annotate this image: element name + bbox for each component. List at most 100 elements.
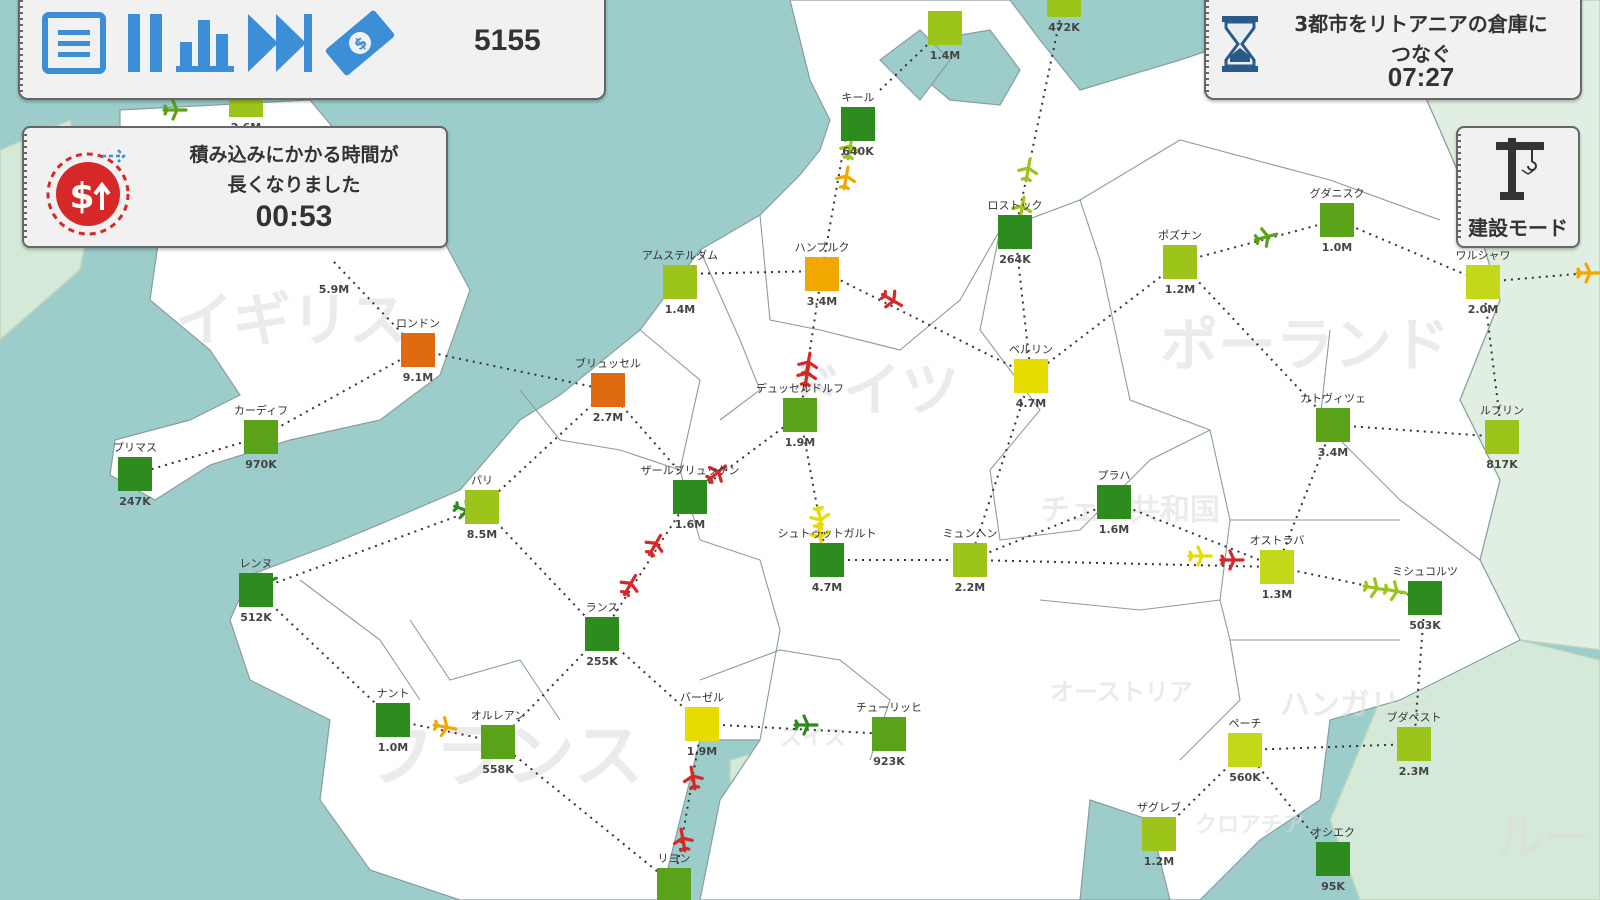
objective-timer: 07:27: [1387, 62, 1455, 92]
city-marker[interactable]: [1485, 420, 1519, 454]
city-marker[interactable]: [401, 333, 435, 367]
city-3[interactable]: 5.9M: [319, 283, 349, 296]
city-population: 1.2M: [1165, 283, 1195, 296]
city-name: ベルリン: [1009, 343, 1053, 356]
city-population: 1.4M: [665, 303, 695, 316]
city-8[interactable]: キール 640K: [841, 91, 875, 158]
build-mode-label: 建設モード: [1468, 216, 1568, 240]
top-toolbar: $ 5155: [18, 0, 606, 100]
notification-timer: 00:53: [255, 200, 333, 233]
city-marker[interactable]: [685, 707, 719, 741]
city-name: グダニスク: [1310, 186, 1365, 200]
city-marker[interactable]: [376, 703, 410, 737]
city-population: 2.0M: [1468, 303, 1498, 316]
city-name: ブリュッセル: [575, 356, 641, 370]
city-marker[interactable]: [465, 490, 499, 524]
city-marker[interactable]: [810, 543, 844, 577]
city-population: 1.9M: [785, 436, 815, 449]
city-marker[interactable]: [1316, 842, 1350, 876]
city-marker[interactable]: [1228, 733, 1262, 767]
dollar-up-icon: $: [38, 138, 138, 242]
city-25[interactable]: リヨン: [657, 852, 691, 900]
city-marker[interactable]: [118, 457, 152, 491]
city-marker[interactable]: [953, 543, 987, 577]
city-name: プリマス: [113, 441, 157, 454]
stats-icon[interactable]: [176, 12, 238, 78]
city-marker[interactable]: [998, 215, 1032, 249]
city-name: バーゼル: [680, 691, 724, 704]
city-name: オストラバ: [1250, 534, 1305, 547]
banknote-icon[interactable]: $: [324, 8, 396, 82]
city-name: シュトゥットガルト: [778, 527, 877, 540]
city-marker[interactable]: [928, 11, 962, 45]
city-10[interactable]: 472K: [1047, 0, 1081, 34]
city-population: 1.3M: [1262, 588, 1292, 601]
city-marker[interactable]: [585, 617, 619, 651]
city-marker[interactable]: [1142, 817, 1176, 851]
city-marker[interactable]: [663, 265, 697, 299]
city-marker[interactable]: [1163, 245, 1197, 279]
city-18[interactable]: プラハ 1.6M: [1097, 469, 1131, 536]
city-population: 1.0M: [378, 741, 408, 754]
city-name: リヨン: [658, 852, 691, 865]
city-marker[interactable]: [481, 725, 515, 759]
city-marker[interactable]: [1014, 359, 1048, 393]
city-marker[interactable]: [244, 420, 278, 454]
objective-panel[interactable]: 3都市をリトアニアの倉庫に つなぐ 07:27: [1204, 0, 1582, 100]
city-marker[interactable]: [1260, 550, 1294, 584]
country-label-croatia: クロアチア: [1195, 813, 1305, 838]
city-name: カトヴィツェ: [1300, 391, 1366, 405]
city-population: 1.6M: [1099, 523, 1129, 536]
country-label-poland: ポーランド: [1160, 311, 1450, 379]
city-population: 8.5M: [467, 528, 497, 541]
city-30[interactable]: ルブリン 817K: [1480, 403, 1524, 471]
city-2[interactable]: プリマス 247K: [113, 441, 157, 508]
city-9[interactable]: 1.4M: [928, 11, 962, 62]
menu-icon[interactable]: [42, 12, 106, 78]
city-population: 503K: [1409, 619, 1441, 632]
city-name: ロンドン: [396, 317, 440, 330]
city-marker[interactable]: [239, 573, 273, 607]
city-marker[interactable]: [1316, 408, 1350, 442]
city-name: ランス: [586, 601, 619, 614]
city-marker[interactable]: [1320, 203, 1354, 237]
city-34[interactable]: ペーチ 560K: [1228, 717, 1262, 784]
city-population: 1.6M: [675, 518, 705, 531]
city-marker[interactable]: [872, 717, 906, 751]
city-name: ザグレブ: [1137, 800, 1181, 814]
notification-line-1: 積み込みにかかる時間が: [189, 144, 399, 166]
city-name: ブダペスト: [1387, 710, 1442, 724]
city-21[interactable]: ナント 1.0M: [376, 687, 410, 754]
pause-icon[interactable]: [124, 12, 168, 78]
city-19[interactable]: レンヌ 512K: [239, 557, 273, 624]
city-population: 970K: [245, 458, 277, 471]
city-population: 1.0M: [1322, 241, 1352, 254]
hourglass-icon: [1220, 14, 1260, 78]
city-marker[interactable]: [1097, 485, 1131, 519]
city-population: 512K: [240, 611, 272, 624]
city-marker[interactable]: [1408, 581, 1442, 615]
city-population: 95K: [1321, 880, 1345, 893]
city-population: 640K: [842, 145, 874, 158]
city-20[interactable]: ランス 255K: [585, 601, 619, 668]
city-marker[interactable]: [657, 868, 691, 900]
city-marker[interactable]: [1047, 0, 1081, 17]
city-marker[interactable]: [673, 480, 707, 514]
city-marker[interactable]: [841, 107, 875, 141]
city-marker[interactable]: [1466, 265, 1500, 299]
city-name: ロストック: [988, 199, 1043, 212]
event-notification[interactable]: $ 積み込みにかかる時間が 長くなりました 00:53: [22, 126, 448, 248]
city-marker[interactable]: [1397, 727, 1431, 761]
city-name: プラハ: [1098, 469, 1131, 482]
city-population: 264K: [999, 253, 1031, 266]
build-mode-button[interactable]: 建設モード: [1456, 126, 1580, 248]
city-name: ミシュコルツ: [1392, 565, 1458, 578]
city-name: ワルシャワ: [1456, 249, 1511, 262]
city-population: 1.2M: [1144, 855, 1174, 868]
city-marker[interactable]: [805, 257, 839, 291]
fast-forward-icon[interactable]: [246, 12, 314, 78]
city-marker[interactable]: [783, 398, 817, 432]
city-name: ハンブルク: [795, 240, 850, 254]
city-name: チューリッヒ: [856, 701, 922, 714]
city-marker[interactable]: [591, 373, 625, 407]
